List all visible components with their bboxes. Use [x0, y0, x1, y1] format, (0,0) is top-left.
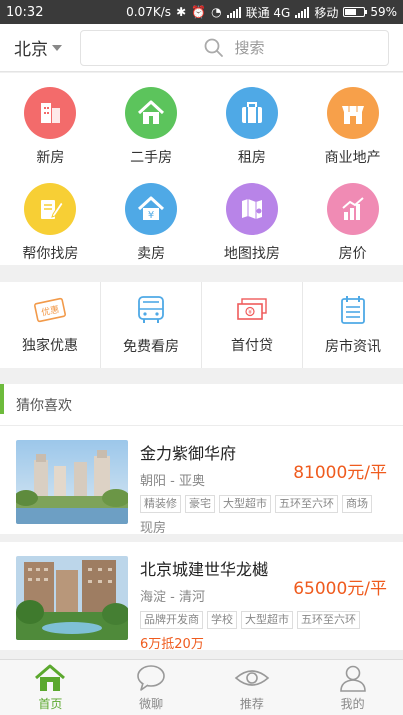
tab-mine[interactable]: 我的: [302, 660, 403, 715]
search-input[interactable]: 搜索: [80, 29, 389, 66]
listing-tag: 学校: [207, 611, 237, 629]
category-sell[interactable]: ¥ 卖房: [101, 169, 202, 265]
tab-recommend[interactable]: 推荐: [202, 660, 303, 715]
service-label: 独家优惠: [22, 338, 78, 354]
alarm-icon: ⏰: [191, 5, 207, 19]
recommend-header: 猜你喜欢: [0, 384, 403, 426]
listing-tags: 精装修 豪宅 大型超市 五环至六环 商场: [140, 495, 387, 513]
tab-label: 推荐: [239, 696, 264, 711]
category-label: 卖房: [137, 246, 166, 262]
status-bar: 10:32 0.07K/s ✱ ⏰ ◔ 联通 4G 移动 59%: [0, 0, 403, 24]
search-icon: [205, 38, 224, 57]
category-new-house[interactable]: 新房: [0, 73, 101, 169]
svg-text:优惠: 优惠: [40, 303, 60, 318]
top-bar: 北京 搜索: [0, 24, 403, 72]
service-market-news[interactable]: 房市资讯: [303, 282, 403, 368]
service-exclusive-discount[interactable]: 优惠 独家优惠: [0, 282, 101, 368]
service-label: 房市资讯: [325, 339, 381, 355]
category-help-find[interactable]: 帮你找房: [0, 169, 101, 265]
battery-percent: 59%: [370, 5, 397, 19]
listing-tag: 大型超市: [241, 611, 293, 629]
listing-tags: 品牌开发商 学校 大型超市 五环至六环: [140, 611, 387, 629]
bus-icon: [138, 296, 164, 323]
listing-photo: [16, 440, 128, 524]
carrier-1: 联通 4G: [245, 5, 291, 20]
house-icon: [125, 87, 178, 139]
news-icon: [341, 296, 365, 324]
home-icon: [35, 664, 66, 691]
listing-tag: 五环至六环: [297, 611, 360, 629]
shop-icon: [326, 87, 379, 139]
listing-tag: 品牌开发商: [140, 611, 203, 629]
category-label: 帮你找房: [22, 246, 79, 262]
listing-tag: 五环至六环: [275, 495, 338, 513]
suitcase-icon: [225, 87, 278, 139]
listing-tag: 商场: [342, 495, 372, 513]
eye-icon: [234, 669, 270, 686]
service-label: 免费看房: [123, 339, 179, 355]
yuan-house-icon: ¥: [125, 183, 178, 235]
category-price[interactable]: 房价: [302, 169, 403, 265]
listing-tag: 豪宅: [185, 495, 215, 513]
network-speed: 0.07K/s: [126, 5, 172, 19]
tab-label: 我的: [340, 696, 365, 711]
recommend-section: 猜你喜欢 金力紫御华府 朝阳 - 亚奥 81000元/平 精装修 豪宅 大型超市…: [0, 384, 403, 658]
category-commercial[interactable]: 商业地产: [302, 73, 403, 169]
category-label: 新房: [36, 150, 65, 166]
svg-text:¥: ¥: [248, 309, 252, 316]
status-right: 0.07K/s ✱ ⏰ ◔ 联通 4G 移动 59%: [126, 4, 397, 21]
battery-icon: [343, 7, 368, 17]
chart-icon: [326, 183, 379, 235]
tab-label: 微聊: [139, 696, 164, 711]
listing-photo: [16, 556, 128, 640]
service-down-payment-loan[interactable]: ¥ 首付贷: [202, 282, 303, 368]
tab-label: 首页: [38, 696, 63, 711]
status-time: 10:32: [6, 4, 44, 20]
bottom-tab-bar: 首页 微聊 推荐 我的: [0, 659, 403, 715]
city-name: 北京: [14, 40, 48, 60]
signal-icon: [226, 6, 241, 18]
caret-down-icon: [52, 44, 62, 51]
svg-text:¥: ¥: [148, 210, 154, 221]
money-icon: ¥: [237, 298, 267, 320]
category-label: 租房: [237, 150, 266, 166]
service-free-viewing[interactable]: 免费看房: [101, 282, 202, 368]
listing-promo: 6万抵20万: [140, 637, 204, 652]
listing-tag: 精装修: [140, 495, 181, 513]
category-second-hand[interactable]: 二手房: [101, 73, 202, 169]
category-grid: 新房 二手房 租房 商业地产 帮你找房 ¥ 卖房 地图找房 房价: [0, 73, 403, 265]
recommend-title: 猜你喜欢: [16, 397, 72, 414]
city-selector[interactable]: 北京: [14, 35, 74, 60]
service-strip: 优惠 独家优惠 免费看房 ¥ 首付贷 房市资讯: [0, 282, 403, 368]
section-accent-bar: [0, 384, 4, 414]
tab-chat[interactable]: 微聊: [101, 660, 202, 715]
listing-item[interactable]: 金力紫御华府 朝阳 - 亚奥 81000元/平 精装修 豪宅 大型超市 五环至六…: [0, 426, 403, 542]
category-map[interactable]: 地图找房: [202, 169, 303, 265]
note-pencil-icon: [24, 183, 77, 235]
bluetooth-icon: ✱: [176, 5, 187, 19]
category-label: 地图找房: [223, 246, 280, 262]
listing-price: 65000元/平: [293, 579, 387, 599]
tab-home[interactable]: 首页: [0, 660, 101, 715]
map-icon: [225, 183, 278, 235]
signal-icon-2: [295, 6, 310, 18]
user-icon: [339, 665, 366, 692]
building-icon: [24, 87, 77, 139]
listing-item[interactable]: 北京城建世华龙樾 海淀 - 清河 65000元/平 品牌开发商 学校 大型超市 …: [0, 542, 403, 658]
carrier-2: 移动: [314, 5, 339, 20]
search-placeholder: 搜索: [234, 39, 265, 57]
coupon-icon: 优惠: [34, 297, 66, 323]
category-label: 二手房: [130, 150, 173, 166]
listing-status: 现房: [140, 521, 167, 536]
listing-price: 81000元/平: [293, 463, 387, 483]
listing-tag: 大型超市: [219, 495, 271, 513]
category-rent[interactable]: 租房: [202, 73, 303, 169]
chat-icon: [137, 664, 165, 691]
listing-info: 北京城建世华龙樾 海淀 - 清河 65000元/平 品牌开发商 学校 大型超市 …: [128, 556, 387, 652]
service-label: 首付贷: [231, 338, 273, 354]
wifi-icon: ◔: [211, 5, 222, 19]
category-label: 房价: [338, 246, 367, 262]
listing-info: 金力紫御华府 朝阳 - 亚奥 81000元/平 精装修 豪宅 大型超市 五环至六…: [128, 440, 387, 536]
category-label: 商业地产: [324, 150, 381, 166]
